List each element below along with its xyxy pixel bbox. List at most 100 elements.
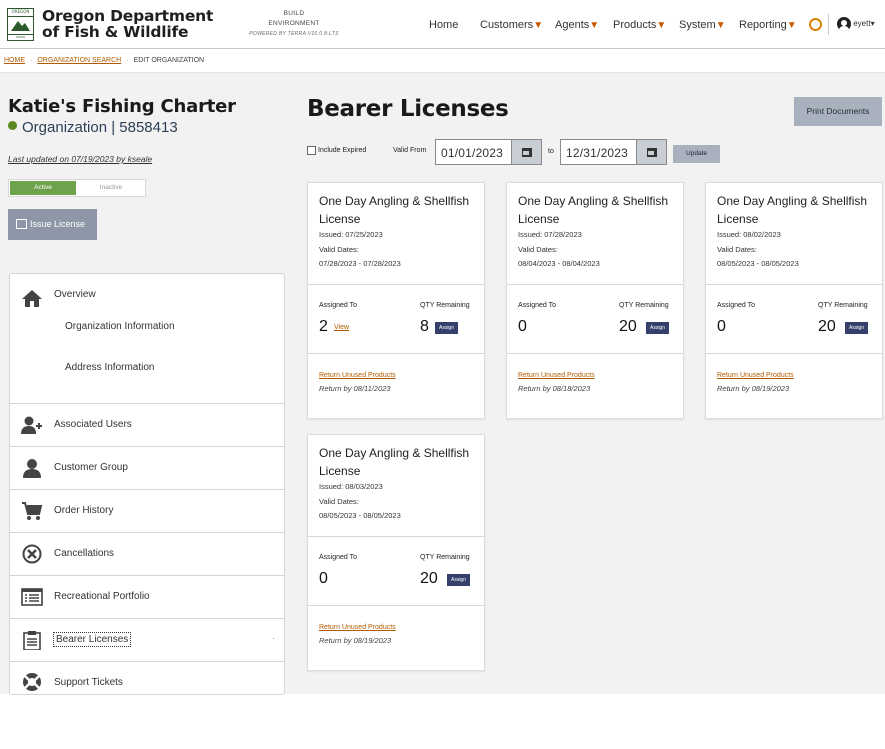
issued-date: Issued: 07/28/2023 — [518, 230, 582, 239]
assigned-to-label: Assigned To — [319, 554, 358, 561]
logo-bottom-text: ODFW — [8, 34, 33, 40]
check-circle-icon — [8, 121, 17, 130]
nav-customers[interactable]: Customers▼ — [480, 19, 543, 31]
qty-remaining-count: 20 — [818, 318, 836, 335]
calendar-icon — [647, 148, 657, 157]
page-footer-area — [0, 694, 885, 749]
card-divider — [308, 284, 484, 285]
sidebar-item-customer-group[interactable]: Customer Group — [10, 447, 284, 490]
include-expired-checkbox[interactable] — [307, 146, 316, 155]
caret-down-icon: ▼ — [715, 20, 726, 31]
sidebar-item-bearer-licenses[interactable]: Bearer Licenses · — [10, 619, 284, 662]
return-unused-products-link[interactable]: Return Unused Products — [319, 624, 396, 631]
issue-license-button[interactable]: Issue License — [8, 209, 97, 240]
nav-home[interactable]: Home — [429, 19, 458, 31]
valid-to-input[interactable]: 12/31/2023 — [560, 139, 637, 165]
valid-dates-range: 08/05/2023 - 08/05/2023 — [319, 511, 401, 520]
card-divider — [308, 605, 484, 606]
clipboard-icon — [23, 631, 41, 650]
breadcrumb-home[interactable]: HOME — [4, 57, 25, 64]
sidebar-item-label: Associated Users — [54, 419, 132, 430]
assign-button[interactable]: Assign — [646, 322, 669, 334]
active-marker: · — [272, 633, 275, 643]
nav-system-label: System — [679, 19, 716, 31]
sidebar-item-recreational-portfolio[interactable]: Recreational Portfolio — [10, 576, 284, 619]
valid-dates-label: Valid Dates: — [717, 245, 757, 254]
user-menu[interactable]: eyett▾ — [837, 17, 875, 31]
last-updated-link[interactable]: Last updated on 07/19/2023 by kseale — [8, 154, 152, 164]
breadcrumb-separator: · — [126, 57, 129, 64]
odfw-logo[interactable]: OREGON ODFW — [7, 8, 34, 41]
issued-date: Issued: 08/02/2023 — [717, 230, 781, 239]
breadcrumb: HOME · ORGANIZATION SEARCH · EDIT ORGANIZATI… — [0, 49, 885, 73]
to-calendar-button[interactable] — [637, 139, 667, 165]
sidebar-item-label: Cancellations — [54, 548, 115, 559]
nav-agents[interactable]: Agents▼ — [555, 19, 599, 31]
sidebar-item-support-tickets[interactable]: Support Tickets — [10, 662, 284, 695]
from-calendar-button[interactable] — [512, 139, 542, 165]
chevron-down-icon: ▾ — [870, 19, 875, 29]
qty-remaining-label: QTY Remaining — [420, 302, 470, 309]
update-button[interactable]: Update — [673, 145, 720, 163]
nav-system[interactable]: System▼ — [679, 19, 726, 31]
status-active[interactable]: Active — [10, 181, 76, 195]
license-title: One Day Angling & Shellfish License — [319, 446, 470, 478]
card-divider — [507, 353, 683, 354]
assign-button[interactable]: Assign — [447, 574, 470, 586]
view-link[interactable]: View — [334, 324, 349, 331]
user-name: eyett — [853, 19, 871, 29]
return-unused-products-link[interactable]: Return Unused Products — [518, 372, 595, 379]
nav-products[interactable]: Products▼ — [613, 19, 666, 31]
license-icon — [16, 219, 27, 229]
build-line-2: ENVIRONMENT — [268, 20, 320, 27]
brand-title[interactable]: Oregon Department of Fish & Wildlife — [42, 8, 213, 40]
issue-license-label: Issue License — [30, 219, 86, 229]
sidebar-item-cancellations[interactable]: Cancellations — [10, 533, 284, 576]
license-title: One Day Angling & Shellfish License — [518, 194, 669, 226]
assigned-to-label: Assigned To — [717, 302, 756, 309]
lifebuoy-icon[interactable] — [809, 18, 822, 31]
sidebar-sub-organization-information[interactable]: Organization Information — [65, 321, 175, 332]
user-plus-icon — [21, 416, 42, 434]
to-label: to — [548, 148, 554, 155]
card-divider — [308, 536, 484, 537]
assign-button[interactable]: Assign — [845, 322, 868, 334]
print-documents-button[interactable]: Print Documents — [794, 97, 882, 126]
qty-remaining-label: QTY Remaining — [818, 302, 868, 309]
nav-products-label: Products — [613, 19, 657, 31]
valid-dates-label: Valid Dates: — [319, 497, 359, 506]
sidebar-item-overview[interactable]: Overview — [10, 274, 284, 404]
return-unused-products-link[interactable]: Return Unused Products — [319, 372, 396, 379]
breadcrumb-organization-search[interactable]: ORGANIZATION SEARCH — [37, 57, 121, 64]
caret-down-icon: ▼ — [589, 20, 600, 31]
valid-from-input[interactable]: 01/01/2023 — [435, 139, 512, 165]
nav-reporting[interactable]: Reporting▼ — [739, 19, 797, 31]
sidebar-item-associated-users[interactable]: Associated Users — [10, 404, 284, 447]
brand-line-1: Oregon Department — [42, 7, 214, 25]
breadcrumb-current: EDIT ORGANIZATION — [133, 57, 205, 64]
return-by-date: Return by 08/18/2023 — [518, 384, 591, 393]
logo-top-text: OREGON — [8, 9, 33, 17]
license-card: One Day Angling & Shellfish License Issu… — [506, 182, 684, 419]
cart-icon — [22, 502, 43, 520]
license-card: One Day Angling & Shellfish License Issu… — [307, 434, 485, 671]
license-title: One Day Angling & Shellfish License — [717, 194, 868, 226]
valid-dates-range: 08/04/2023 - 08/04/2023 — [518, 259, 600, 268]
license-title: One Day Angling & Shellfish License — [319, 194, 470, 226]
top-navbar: OREGON ODFW Oregon Department of Fish & … — [0, 0, 885, 49]
assign-button[interactable]: Assign — [435, 322, 458, 334]
calendar-icon — [522, 148, 532, 157]
status-inactive[interactable]: Inactive — [77, 181, 145, 195]
return-unused-products-link[interactable]: Return Unused Products — [717, 372, 794, 379]
sidebar-sub-address-information[interactable]: Address Information — [65, 362, 155, 373]
brand-line-2: of Fish & Wildlife — [42, 23, 189, 41]
assigned-count: 0 — [717, 318, 726, 335]
status-toggle[interactable]: Active Inactive — [8, 179, 146, 197]
sidebar-item-order-history[interactable]: Order History — [10, 490, 284, 533]
issued-date: Issued: 07/25/2023 — [319, 230, 383, 239]
qty-remaining-label: QTY Remaining — [420, 554, 470, 561]
organization-type: Organization | 5858413 — [8, 119, 178, 136]
x-circle-icon — [22, 544, 42, 564]
qty-remaining-count: 8 — [420, 318, 429, 335]
card-divider — [507, 284, 683, 285]
